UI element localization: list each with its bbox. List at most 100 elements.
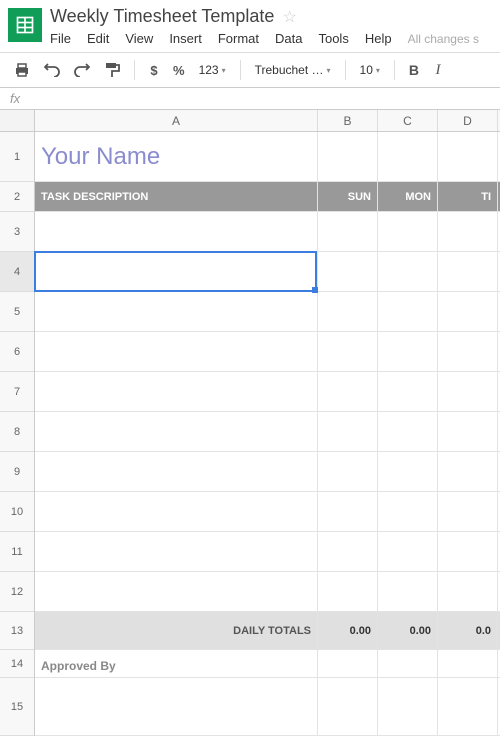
cell-C5[interactable] [378,292,438,331]
cell-A3[interactable] [35,212,318,251]
cell-A13[interactable]: DAILY TOTALS [35,612,318,649]
italic-button[interactable]: I [427,58,449,82]
row-header-14[interactable]: 14 [0,650,34,678]
row-header-3[interactable]: 3 [0,212,34,252]
doc-title[interactable]: Weekly Timesheet Template [50,6,274,27]
paint-format-button[interactable] [98,58,126,82]
menu-data[interactable]: Data [275,31,302,46]
cell-A10[interactable] [35,492,318,531]
row-header-15[interactable]: 15 [0,678,34,736]
row-header-6[interactable]: 6 [0,332,34,372]
cell-D14[interactable] [438,650,498,677]
cell-A7[interactable] [35,372,318,411]
cell-D6[interactable] [438,332,498,371]
cell-D10[interactable] [438,492,498,531]
cell-B1[interactable] [318,132,378,181]
print-button[interactable] [8,58,36,82]
cell-B9[interactable] [318,452,378,491]
menu-file[interactable]: File [50,31,71,46]
row-header-10[interactable]: 10 [0,492,34,532]
cell-C1[interactable] [378,132,438,181]
cell-B3[interactable] [318,212,378,251]
col-header-B[interactable]: B [318,110,378,131]
cell-D15[interactable] [438,678,498,735]
cell-A14[interactable]: Approved By [35,650,318,677]
menu-insert[interactable]: Insert [169,31,202,46]
row-header-5[interactable]: 5 [0,292,34,332]
cell-C15[interactable] [378,678,438,735]
cell-B14[interactable] [318,650,378,677]
cell-C2[interactable]: MON [378,182,438,211]
number-format-dropdown[interactable]: 123▾ [193,59,232,81]
row-header-11[interactable]: 11 [0,532,34,572]
cell-A9[interactable] [35,452,318,491]
row-header-2[interactable]: 2 [0,182,34,212]
select-all-corner[interactable] [0,110,35,131]
cell-A4[interactable] [35,252,318,291]
font-family-dropdown[interactable]: Trebuchet …▾ [249,59,337,81]
col-header-D[interactable]: D [438,110,498,131]
cell-C9[interactable] [378,452,438,491]
cell-C3[interactable] [378,212,438,251]
cell-D5[interactable] [438,292,498,331]
cell-A15[interactable] [35,678,318,735]
cell-D11[interactable] [438,532,498,571]
cell-C14[interactable] [378,650,438,677]
row-header-1[interactable]: 1 [0,132,34,182]
cell-C13[interactable]: 0.00 [378,612,438,649]
cell-D7[interactable] [438,372,498,411]
cell-A8[interactable] [35,412,318,451]
currency-button[interactable]: $ [143,58,165,82]
cell-A6[interactable] [35,332,318,371]
cell-A2[interactable]: TASK DESCRIPTION [35,182,318,211]
row-header-8[interactable]: 8 [0,412,34,452]
font-size-dropdown[interactable]: 10▾ [354,59,386,81]
cell-B2[interactable]: SUN [318,182,378,211]
row-header-9[interactable]: 9 [0,452,34,492]
redo-button[interactable] [68,58,96,82]
cell-B10[interactable] [318,492,378,531]
percent-button[interactable]: % [167,58,191,82]
cell-C7[interactable] [378,372,438,411]
cell-B6[interactable] [318,332,378,371]
menu-view[interactable]: View [125,31,153,46]
cell-A11[interactable] [35,532,318,571]
cell-D3[interactable] [438,212,498,251]
menu-edit[interactable]: Edit [87,31,109,46]
menu-format[interactable]: Format [218,31,259,46]
formula-bar[interactable]: fx [0,88,500,110]
row-header-7[interactable]: 7 [0,372,34,412]
cell-C4[interactable] [378,252,438,291]
star-icon[interactable]: ☆ [282,7,296,27]
cell-D12[interactable] [438,572,498,611]
cell-D13[interactable]: 0.0 [438,612,498,649]
cell-C12[interactable] [378,572,438,611]
cell-B7[interactable] [318,372,378,411]
row-header-12[interactable]: 12 [0,572,34,612]
col-header-C[interactable]: C [378,110,438,131]
menu-help[interactable]: Help [365,31,392,46]
cell-C10[interactable] [378,492,438,531]
cell-A1[interactable]: Your Name [35,132,318,181]
cell-A5[interactable] [35,292,318,331]
row-header-4[interactable]: 4 [0,252,34,292]
menu-tools[interactable]: Tools [318,31,348,46]
cell-B15[interactable] [318,678,378,735]
cell-C11[interactable] [378,532,438,571]
row-header-13[interactable]: 13 [0,612,34,650]
cell-B5[interactable] [318,292,378,331]
cell-A12[interactable] [35,572,318,611]
bold-button[interactable]: B [403,58,425,82]
cell-B8[interactable] [318,412,378,451]
cell-B13[interactable]: 0.00 [318,612,378,649]
cell-B4[interactable] [318,252,378,291]
cell-B11[interactable] [318,532,378,571]
cell-D8[interactable] [438,412,498,451]
cell-C8[interactable] [378,412,438,451]
col-header-A[interactable]: A [35,110,318,131]
cell-D1[interactable] [438,132,498,181]
cell-D2[interactable]: TI [438,182,498,211]
undo-button[interactable] [38,58,66,82]
cell-C6[interactable] [378,332,438,371]
cell-B12[interactable] [318,572,378,611]
